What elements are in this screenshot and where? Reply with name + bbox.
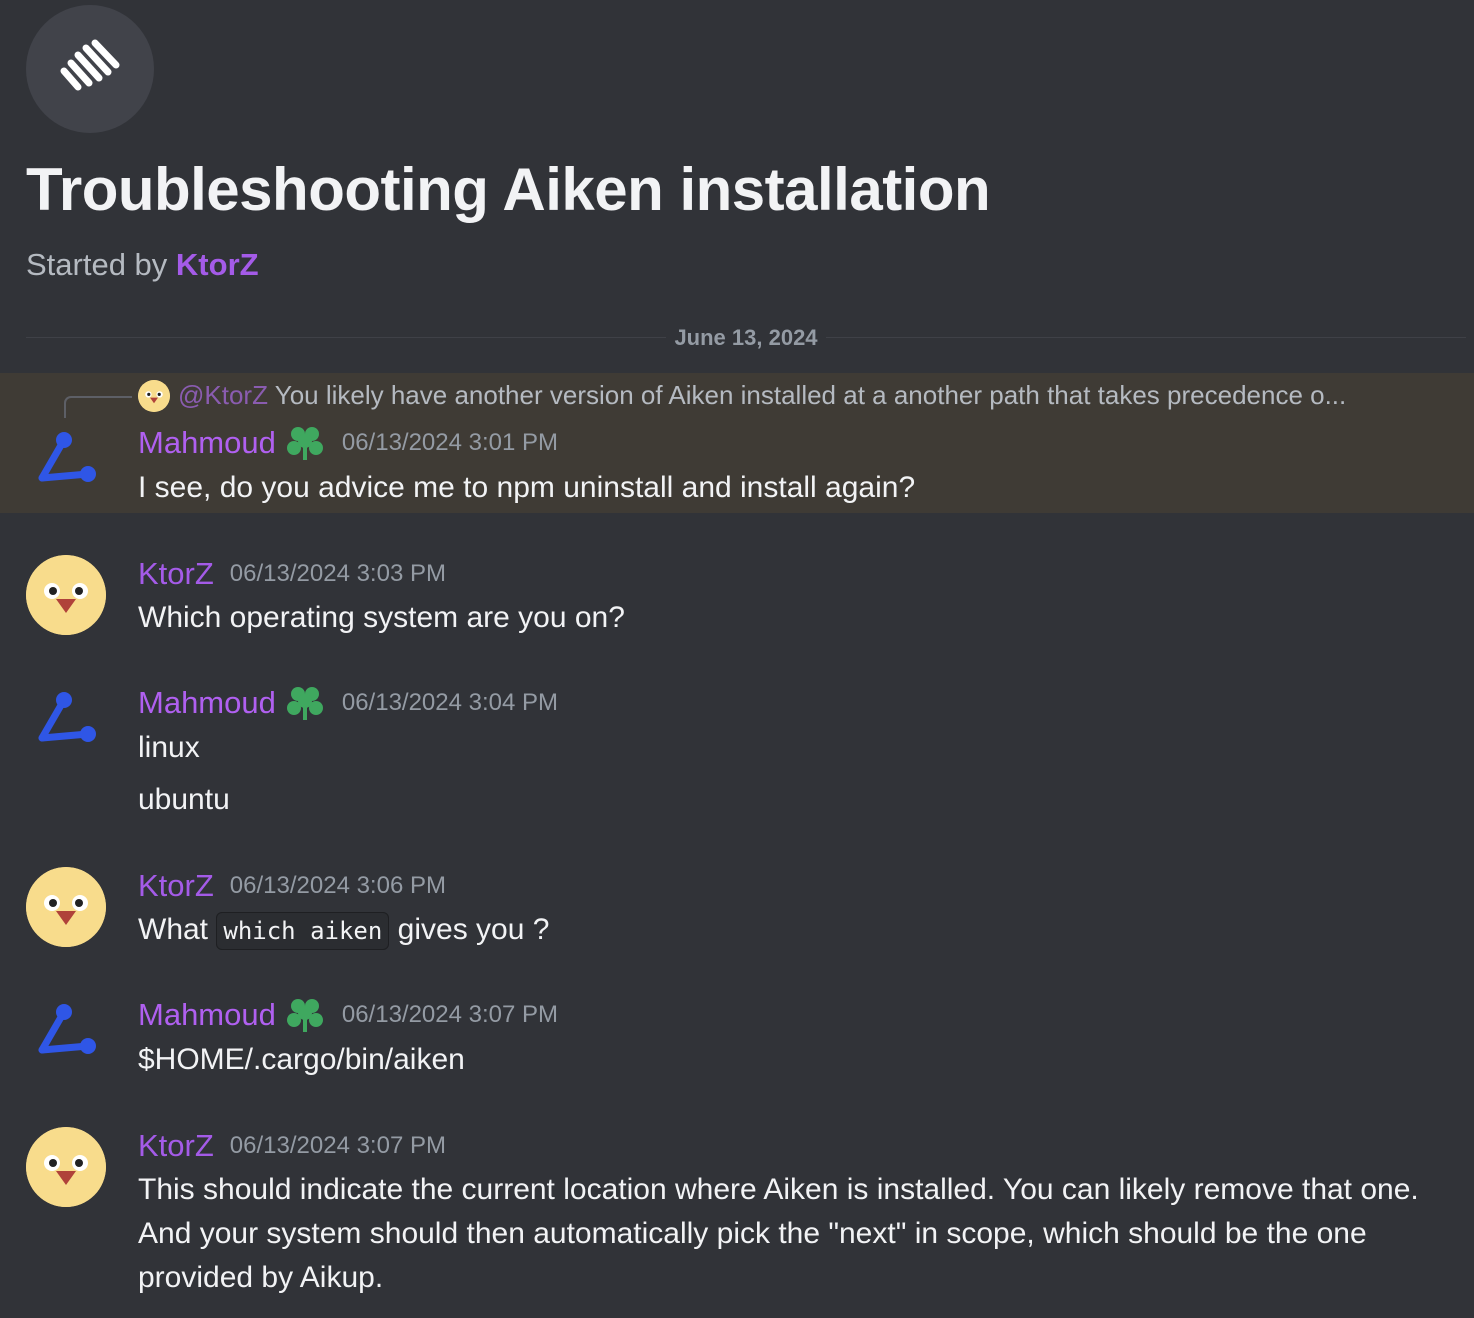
message-content: ubuntu (138, 783, 230, 816)
forum-thread-icon (26, 5, 154, 133)
clover-role-icon (286, 996, 324, 1034)
timestamp: 06/13/2024 3:06 PM (229, 872, 446, 899)
avatar[interactable] (26, 1127, 106, 1207)
message-text: gives you ? (397, 913, 550, 946)
date-divider: June 13, 2024 (674, 325, 818, 350)
message-header: KtorZ 06/13/2024 3:03 PM (138, 556, 446, 592)
divider-line-right (826, 337, 1466, 338)
reply-avatar[interactable] (138, 380, 170, 412)
timestamp: 06/13/2024 3:04 PM (341, 689, 559, 716)
started-by: Started by KtorZ (26, 247, 259, 283)
message-content: $HOME/.cargo/bin/aiken (138, 1043, 465, 1076)
message-content: This should indicate the current locatio… (138, 1173, 1419, 1294)
reply-preview[interactable]: @KtorZ You likely have another version o… (178, 380, 1346, 411)
message-text: What (138, 913, 209, 946)
inline-code: which aiken (216, 912, 390, 950)
message-header: Mahmoud 06/13/2024 3:01 PM (138, 424, 558, 462)
avatar[interactable] (26, 867, 106, 947)
clover-role-icon (286, 684, 324, 722)
message-header: Mahmoud 06/13/2024 3:04 PM (138, 684, 558, 722)
username[interactable]: KtorZ (138, 1128, 214, 1164)
thread-title: Troubleshooting Aiken installation (26, 156, 991, 223)
reply-spine (64, 396, 132, 418)
message-header: KtorZ 06/13/2024 3:07 PM (138, 1128, 446, 1164)
divider-line-left (26, 337, 666, 338)
message-content: What which aiken gives you ? (138, 908, 549, 953)
timestamp: 06/13/2024 3:03 PM (229, 560, 446, 587)
username[interactable]: Mahmoud (138, 685, 276, 721)
reply-text: You likely have another version of Aiken… (274, 380, 1347, 410)
clover-role-icon (286, 424, 324, 462)
username[interactable]: KtorZ (138, 868, 214, 904)
timestamp: 06/13/2024 3:07 PM (341, 1001, 559, 1028)
thread-author-link[interactable]: KtorZ (176, 247, 259, 282)
thread-page: Troubleshooting Aiken installation Start… (0, 0, 1474, 1318)
started-by-label: Started by (26, 247, 176, 282)
message-header: KtorZ 06/13/2024 3:06 PM (138, 868, 446, 904)
avatar[interactable] (26, 688, 106, 768)
avatar[interactable] (26, 428, 106, 508)
username[interactable]: Mahmoud (138, 425, 276, 461)
reply-mention[interactable]: @KtorZ (178, 380, 268, 410)
avatar[interactable] (26, 555, 106, 635)
message-header: Mahmoud 06/13/2024 3:07 PM (138, 996, 558, 1034)
message-content: I see, do you advice me to npm uninstall… (138, 471, 916, 504)
timestamp: 06/13/2024 3:07 PM (229, 1132, 446, 1159)
username[interactable]: Mahmoud (138, 997, 276, 1033)
message-content: linux (138, 731, 200, 764)
timestamp: 06/13/2024 3:01 PM (341, 429, 559, 456)
message-content: Which operating system are you on? (138, 601, 625, 634)
avatar[interactable] (26, 1000, 106, 1080)
username[interactable]: KtorZ (138, 556, 214, 592)
